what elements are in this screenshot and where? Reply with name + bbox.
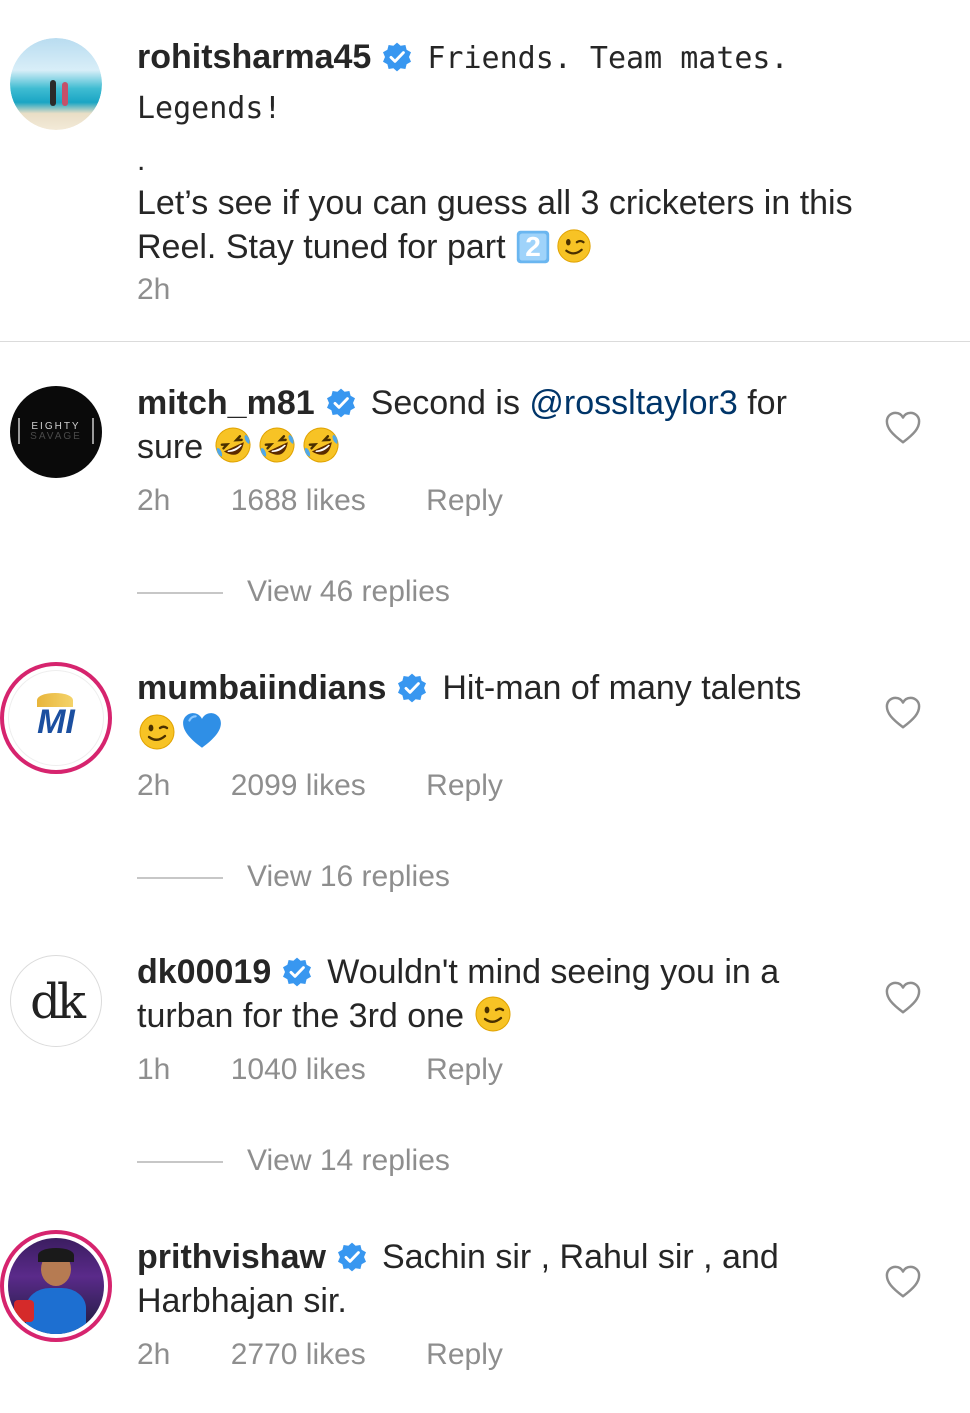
replies-line — [137, 877, 223, 880]
wink-emoji — [137, 712, 177, 752]
comment-text: dk00019 Wouldn't mind seeing you in a tur… — [137, 953, 780, 1035]
mi-logo: MI — [8, 670, 104, 766]
likes-count[interactable]: 2099 likes — [231, 769, 366, 802]
comment-time: 2h — [137, 484, 171, 517]
caption-line2: Legends! — [137, 91, 282, 126]
avatar-mitch_m81[interactable]: EIGHTY SAVAGE — [10, 386, 102, 478]
comment-text: mumbaiindians Hit-man of many talents — [137, 666, 857, 756]
keycap-2-emoji: 2 — [515, 229, 551, 265]
heart-icon[interactable] — [884, 1264, 922, 1300]
comment-text: mitch_m81 Second is @rossltaylor3 for sur… — [137, 384, 787, 466]
dk-logo: dk — [30, 974, 86, 1030]
caption-text: rohitsharma45 Friends. Team mates. Legend… — [137, 35, 857, 269]
divider — [0, 341, 970, 342]
reply-button[interactable]: Reply — [426, 769, 503, 802]
comment-username[interactable]: mitch_m81 — [137, 384, 315, 422]
comment-meta: 1h 1040 likes Reply — [137, 1052, 555, 1088]
laughing-emoji — [213, 425, 253, 465]
laughing-emoji — [301, 425, 341, 465]
verified-icon — [325, 387, 357, 419]
view-replies[interactable]: View 14 replies — [137, 1143, 450, 1179]
laughing-emoji — [257, 425, 297, 465]
eighty-savage-logo: EIGHTY SAVAGE — [18, 418, 94, 444]
wink-emoji — [555, 227, 593, 265]
player-avatar-image — [8, 1238, 104, 1334]
verified-icon — [336, 1241, 368, 1273]
comment-meta: 2h 2770 likes Reply — [137, 1337, 555, 1373]
avatar-mumbaiindians[interactable]: MI — [0, 662, 112, 774]
blue-heart-emoji — [181, 710, 223, 752]
caption-time: 2h — [137, 273, 171, 306]
comment-time: 2h — [137, 1338, 171, 1371]
comment-text: prithvishaw Sachin sir , Rahul sir , and … — [137, 1238, 779, 1320]
verified-icon — [396, 672, 428, 704]
replies-line — [137, 592, 223, 595]
caption-line1: Friends. Team mates. — [427, 41, 789, 76]
reply-button[interactable]: Reply — [426, 484, 503, 517]
caption-dot: . — [137, 144, 146, 177]
comment-username[interactable]: dk00019 — [137, 953, 271, 991]
avatar-dk00019[interactable]: dk — [10, 955, 102, 1047]
beach-avatar-image — [10, 38, 102, 130]
caption-meta: 2h — [137, 272, 222, 308]
reply-button[interactable]: Reply — [426, 1338, 503, 1371]
heart-icon[interactable] — [884, 410, 922, 446]
view-replies[interactable]: View 16 replies — [137, 859, 450, 895]
comment-username[interactable]: mumbaiindians — [137, 669, 386, 707]
comment-time: 1h — [137, 1053, 171, 1086]
avatar-rohitsharma45[interactable] — [10, 38, 102, 130]
comment-username[interactable]: prithvishaw — [137, 1238, 326, 1276]
heart-icon[interactable] — [884, 980, 922, 1016]
view-replies[interactable]: View 46 replies — [137, 574, 450, 610]
mention-link[interactable]: @rossltaylor3 — [529, 384, 737, 422]
comment-meta: 2h 2099 likes Reply — [137, 768, 555, 804]
verified-icon — [381, 41, 413, 73]
heart-icon[interactable] — [884, 695, 922, 731]
replies-line — [137, 1161, 223, 1164]
reply-button[interactable]: Reply — [426, 1053, 503, 1086]
likes-count[interactable]: 1688 likes — [231, 484, 366, 517]
caption-username[interactable]: rohitsharma45 — [137, 38, 371, 76]
caption-body: Let’s see if you can guess all 3 cricket… — [137, 184, 853, 266]
verified-icon — [281, 956, 313, 988]
wink-emoji — [473, 994, 513, 1034]
comment-time: 2h — [137, 769, 171, 802]
avatar-prithvishaw[interactable] — [0, 1230, 112, 1342]
likes-count[interactable]: 2770 likes — [231, 1338, 366, 1371]
likes-count[interactable]: 1040 likes — [231, 1053, 366, 1086]
comment-meta: 2h 1688 likes Reply — [137, 483, 555, 519]
